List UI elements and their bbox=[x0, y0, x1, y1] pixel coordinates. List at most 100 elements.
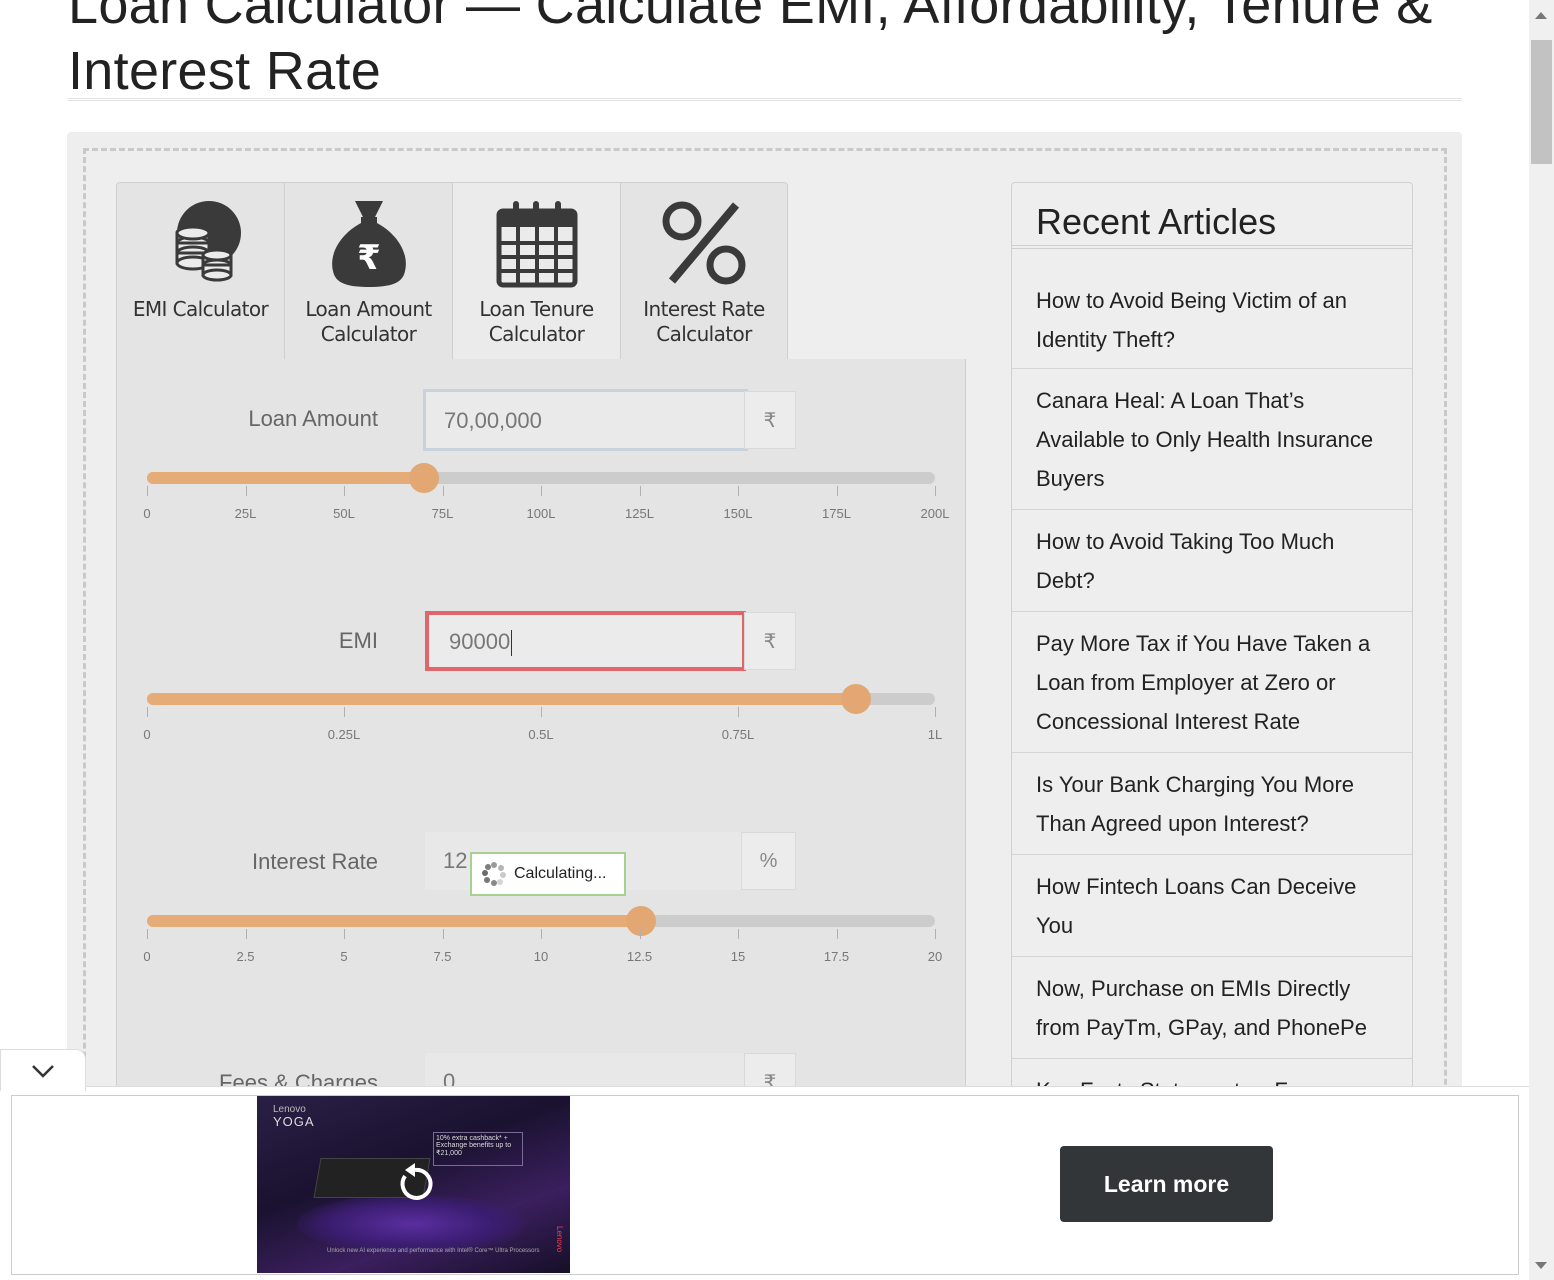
emi-input[interactable]: 90000 bbox=[425, 611, 746, 671]
slider-tick-label: 50L bbox=[333, 506, 355, 521]
calculator-tabs: EMI Calculator ₹ Loan Amount Calculator … bbox=[116, 182, 790, 360]
learn-more-button[interactable]: Learn more bbox=[1060, 1146, 1273, 1222]
emi-slider-handle[interactable] bbox=[841, 684, 872, 714]
slider-tick-label: 7.5 bbox=[433, 949, 452, 964]
tab-loan-amount-calculator[interactable]: ₹ Loan Amount Calculator bbox=[284, 182, 452, 360]
ad-side-brand: Lenovo bbox=[555, 1226, 564, 1253]
interest-rate-slider-handle[interactable] bbox=[626, 906, 657, 936]
page-scrollbar[interactable] bbox=[1529, 0, 1554, 1280]
slider-tick-label: 200L bbox=[920, 506, 950, 521]
slider-tick-label: 20 bbox=[927, 949, 943, 964]
slider-tick bbox=[935, 486, 936, 496]
article-link[interactable]: Pay More Tax if You Have Taken a Loan fr… bbox=[1012, 612, 1412, 753]
slider-tick bbox=[245, 929, 247, 939]
title-divider bbox=[68, 98, 1462, 101]
slider-tick bbox=[836, 929, 838, 939]
tab-loan-tenure-calculator[interactable]: Loan Tenure Calculator bbox=[452, 182, 620, 360]
replay-icon[interactable] bbox=[393, 1162, 437, 1206]
article-link[interactable]: Is Your Bank Charging You More Than Agre… bbox=[1012, 753, 1412, 855]
emi-label: EMI bbox=[338, 628, 378, 653]
slider-tick-label: 150L bbox=[723, 506, 753, 521]
slider-tick bbox=[639, 486, 641, 496]
slider-tick bbox=[147, 707, 148, 717]
percent-addon: % bbox=[741, 832, 796, 890]
tab-interest-rate-calculator[interactable]: Interest Rate Calculator bbox=[620, 182, 788, 360]
ad-collapse-button[interactable] bbox=[0, 1049, 86, 1091]
tab-label: Loan Amount Calculator bbox=[305, 297, 432, 346]
tab-emi-calculator[interactable]: EMI Calculator bbox=[116, 182, 284, 360]
calculating-indicator: Calculating... bbox=[470, 852, 626, 896]
tab-label: Loan Tenure Calculator bbox=[479, 297, 594, 346]
slider-tick bbox=[442, 486, 444, 496]
loan-amount-slider[interactable] bbox=[147, 463, 935, 493]
slider-tick bbox=[541, 486, 542, 496]
article-link[interactable]: How to Avoid Taking Too Much Debt? bbox=[1012, 510, 1412, 612]
slider-tick-label: 1L bbox=[927, 727, 943, 742]
calculator-panel bbox=[116, 359, 966, 1089]
svg-text:₹: ₹ bbox=[357, 238, 381, 278]
tab-label: EMI Calculator bbox=[132, 297, 269, 321]
calculating-text: Calculating... bbox=[514, 865, 607, 882]
ad-fine-print: Unlock new AI experience and performance… bbox=[327, 1248, 540, 1254]
calendar-icon bbox=[496, 201, 577, 288]
slider-tick-label: 100L bbox=[526, 506, 556, 521]
slider-tick-label: 175L bbox=[822, 506, 851, 521]
loan-amount-input[interactable]: 70,00,000 bbox=[423, 389, 748, 451]
emi-slider-fill bbox=[147, 693, 857, 705]
slider-tick-label: 2.5 bbox=[236, 949, 255, 964]
slider-tick bbox=[639, 929, 641, 939]
rupee-addon: ₹ bbox=[744, 391, 796, 449]
recent-articles-sidebar: Recent Articles How to Avoid Being Victi… bbox=[1011, 182, 1413, 1092]
ad-video-thumbnail[interactable]: Lenovo YOGA 10% extra cashback* + Exchan… bbox=[257, 1096, 570, 1273]
sidebar-title: Recent Articles bbox=[1036, 201, 1277, 242]
slider-tick-label: 75L bbox=[431, 506, 454, 521]
slider-tick-label: 25L bbox=[234, 506, 257, 521]
slider-tick-label: 12.5 bbox=[626, 949, 653, 964]
slider-tick bbox=[541, 929, 542, 939]
slider-tick-label: 0 bbox=[143, 727, 151, 742]
scroll-down-arrow-icon[interactable] bbox=[1535, 1262, 1547, 1269]
slider-tick-label: 125L bbox=[625, 506, 654, 521]
tab-label: Interest Rate Calculator bbox=[643, 297, 765, 346]
slider-tick bbox=[147, 486, 148, 496]
interest-rate-label: Interest Rate bbox=[252, 849, 378, 874]
slider-tick bbox=[442, 929, 444, 939]
slider-tick bbox=[147, 929, 148, 939]
slider-tick-label: 17.5 bbox=[823, 949, 850, 964]
slider-tick bbox=[245, 486, 247, 496]
article-link[interactable]: How to Avoid Being Victim of an Identity… bbox=[1012, 249, 1412, 369]
slider-tick bbox=[935, 707, 936, 717]
chevron-down-icon bbox=[32, 1064, 54, 1078]
slider-tick-label: 0.75L bbox=[721, 727, 755, 742]
emi-input-value: 90000 bbox=[449, 629, 511, 654]
ad-brand-large: YOGA bbox=[273, 1114, 315, 1129]
slider-tick bbox=[344, 707, 345, 717]
slider-tick bbox=[344, 486, 345, 496]
text-cursor bbox=[511, 630, 513, 657]
loan-amount-label: Loan Amount bbox=[248, 406, 378, 431]
scroll-up-arrow-icon[interactable] bbox=[1535, 12, 1547, 19]
loan-amount-slider-fill bbox=[147, 472, 425, 484]
coins-icon bbox=[175, 201, 241, 282]
emi-slider[interactable] bbox=[147, 684, 935, 714]
article-link[interactable]: Now, Purchase on EMIs Directly from PayT… bbox=[1012, 957, 1412, 1059]
slider-tick-label: 0 bbox=[143, 506, 151, 521]
slider-tick-label: 10 bbox=[533, 949, 549, 964]
slider-tick bbox=[541, 707, 542, 717]
slider-tick bbox=[344, 929, 345, 939]
loading-spinner-icon bbox=[482, 862, 506, 886]
slider-tick bbox=[738, 707, 739, 717]
rupee-addon: ₹ bbox=[744, 612, 796, 670]
ad-offer-box: 10% extra cashback* + Exchange benefits … bbox=[433, 1132, 523, 1166]
scrollbar-thumb[interactable] bbox=[1531, 40, 1552, 164]
slider-tick-label: 0.5L bbox=[528, 727, 554, 742]
percent-icon bbox=[662, 201, 746, 285]
article-link[interactable]: Canara Heal: A Loan That’s Available to … bbox=[1012, 369, 1412, 510]
slider-tick bbox=[935, 929, 936, 939]
article-link[interactable]: How Fintech Loans Can Deceive You bbox=[1012, 855, 1412, 957]
slider-tick-label: 15 bbox=[730, 949, 746, 964]
slider-tick-label: 0 bbox=[143, 949, 151, 964]
money-bag-rupee-icon: ₹ bbox=[331, 201, 406, 287]
interest-rate-slider-fill bbox=[147, 915, 642, 927]
interest-rate-slider[interactable] bbox=[147, 906, 935, 936]
